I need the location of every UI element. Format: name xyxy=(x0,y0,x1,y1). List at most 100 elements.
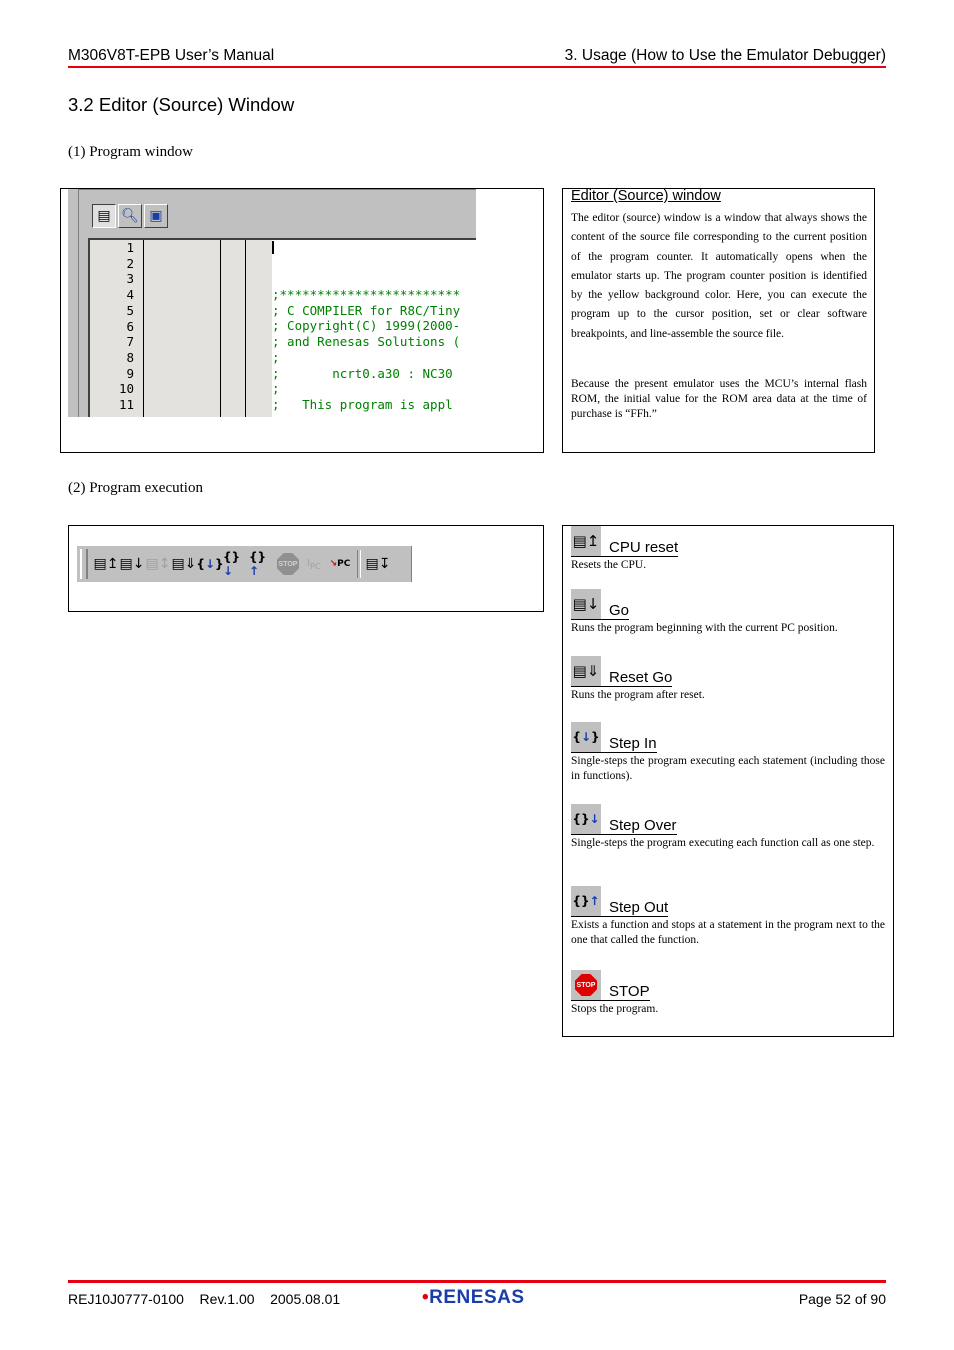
source-search-icon: 🔍︎ xyxy=(121,208,139,224)
window-left-edge xyxy=(68,189,79,417)
show-pc-icon: ↘PC xyxy=(329,559,351,569)
command-item: STOP STOP Stops the program. xyxy=(571,970,885,1017)
stop-icon: STOP xyxy=(277,553,299,575)
source-line[interactable]: ; ncrt0.a30 : NC30 xyxy=(272,366,476,382)
header-rule xyxy=(68,66,886,68)
execution-toolbar: ▤↥ ▤↓ ▤↕ ▤⇓ {↓} {}↓ {}↑ STOP IPC ↘PC ▤↧ xyxy=(77,546,412,582)
step-over-icon: {}↓ xyxy=(571,804,601,834)
column-divider xyxy=(245,240,246,417)
line-number: 6 xyxy=(126,318,134,334)
command-description: Single-steps the program executing each … xyxy=(571,755,885,782)
source-line[interactable]: ; C COMPILER for R8C/Tiny xyxy=(272,303,476,319)
command-label: Step In xyxy=(609,735,657,752)
line-number: 1 xyxy=(126,240,134,255)
doc-id: REJ10J0777-0100 xyxy=(68,1291,184,1307)
program-execution-subtitle: (2) Program execution xyxy=(68,480,203,496)
command-label: Step Over xyxy=(609,817,677,834)
mixed-view-icon: ▣ xyxy=(149,208,163,224)
source-line[interactable]: ; xyxy=(272,381,476,397)
mixed-view-button[interactable]: ▣ xyxy=(144,204,168,228)
footer-doc-info: REJ10J0777-0100 Rev.1.00 2005.08.01 xyxy=(68,1291,340,1307)
step-over-button[interactable]: {}↓ xyxy=(223,550,249,578)
command-label: Step Out xyxy=(609,899,669,916)
step-out-button[interactable]: {}↑ xyxy=(249,550,275,578)
command-description: Runs the program beginning with the curr… xyxy=(571,622,838,634)
revision: Rev.1.00 xyxy=(199,1291,255,1307)
step-out-icon: {}↑ xyxy=(249,550,267,578)
step-in-icon: {↓} xyxy=(196,557,224,571)
cpu-reset-icon: ▤↥ xyxy=(571,526,601,556)
come-icon: ▤↧ xyxy=(365,556,391,572)
window-top-edge xyxy=(68,189,476,194)
source-line[interactable]: ; This program is appl xyxy=(272,397,476,413)
editor-description-box: Editor (Source) window The editor (sourc… xyxy=(562,188,875,453)
renesas-logo: •RENESAS xyxy=(422,1287,525,1308)
show-pc-button[interactable]: ↘PC xyxy=(327,551,353,577)
source-view-button[interactable]: ▤ xyxy=(92,204,116,228)
source-line[interactable]: ; xyxy=(272,413,476,417)
cpu-reset-icon: ▤↥ xyxy=(93,556,119,572)
source-grid: 1 2 3 4 5 6 7 8 9 10 11 ;************************;… xyxy=(88,238,476,417)
toolbar-grip[interactable] xyxy=(80,549,88,579)
command-item: ▤⇓ Reset Go Runs the program after reset. xyxy=(571,656,885,703)
command-item: ▤↓ Go Runs the program beginning with the… xyxy=(571,589,885,636)
command-description: Single-steps the program executing each … xyxy=(571,837,875,849)
line-number: 5 xyxy=(126,302,134,318)
go-button[interactable]: ▤↓ xyxy=(119,551,145,577)
column-divider xyxy=(143,240,144,417)
reset-go-icon: ▤⇓ xyxy=(571,656,601,686)
toolbar-separator xyxy=(357,550,361,578)
set-pc-button[interactable]: IPC xyxy=(301,551,327,577)
set-pc-icon: IPC xyxy=(307,557,321,571)
command-label: Reset Go xyxy=(609,669,673,686)
editor-description-title: Editor (Source) window xyxy=(571,188,721,204)
source-line[interactable]: ; xyxy=(272,350,476,366)
source-line[interactable]: ;************************ xyxy=(272,287,476,303)
command-description: Runs the program after reset. xyxy=(571,689,705,701)
come-button[interactable]: ▤↧ xyxy=(365,551,391,577)
step-out-icon: {}↑ xyxy=(571,886,601,916)
editor-description-paragraph-2: Because the present emulator uses the MC… xyxy=(571,378,867,420)
line-number: 7 xyxy=(126,334,134,350)
go-icon: ▤↓ xyxy=(571,589,601,619)
source-line[interactable]: ; and Renesas Solutions ( xyxy=(272,334,476,350)
editor-description-paragraph-1: The editor (source) window is a window t… xyxy=(571,212,867,340)
command-label: Go xyxy=(609,602,630,619)
step-in-icon: {↓} xyxy=(571,722,601,752)
execution-toolbar-figure: ▤↥ ▤↓ ▤↕ ▤⇓ {↓} {}↓ {}↑ STOP IPC ↘PC ▤↧ xyxy=(68,525,544,612)
command-legend-box: ▤↥ CPU reset Resets the CPU. ▤↓ Go Runs th… xyxy=(562,525,894,1037)
footer-rule xyxy=(68,1280,886,1283)
document-title: M306V8T-EPB User’s Manual xyxy=(68,47,275,64)
chapter-title: 3. Usage (How to Use the Emulator Debugg… xyxy=(564,47,886,64)
command-item: ▤↥ CPU reset Resets the CPU. xyxy=(571,526,885,573)
step-over-icon: {}↓ xyxy=(223,550,241,578)
line-number: 2 xyxy=(126,255,134,271)
program-window-subtitle: (1) Program window xyxy=(68,144,193,160)
line-number: 11 xyxy=(118,397,134,412)
command-item: {} ↓ Step Over Single-steps the program ex… xyxy=(571,804,885,851)
line-number: 9 xyxy=(126,365,134,381)
source-lines: ;************************; C COMPILER fo… xyxy=(272,287,476,417)
line-number: 8 xyxy=(126,349,134,365)
logo-text: RENESAS xyxy=(429,1287,525,1308)
page-number: Page 52 of 90 xyxy=(798,1291,886,1307)
column-divider xyxy=(220,240,221,417)
command-description: Exists a function and stops at a stateme… xyxy=(571,919,885,946)
line-number: 10 xyxy=(118,381,134,397)
source-search-button[interactable]: 🔍︎ xyxy=(118,204,142,228)
reset-go-button[interactable]: ▤⇓ xyxy=(171,551,197,577)
command-item: {} ↑ Step Out Exists a function and stops … xyxy=(571,886,885,947)
line-number: 4 xyxy=(126,287,134,303)
go-icon: ▤↓ xyxy=(119,556,145,572)
source-code-area[interactable]: ;************************; C COMPILER fo… xyxy=(272,240,476,417)
stop-icon: STOP xyxy=(571,970,601,1000)
stop-button[interactable]: STOP xyxy=(275,551,301,577)
program-window-screenshot: ▤ 🔍︎ ▣ 1 2 3 4 5 6 7 8 9 10 11 ;******************… xyxy=(68,189,476,417)
command-description: Resets the CPU. xyxy=(571,559,647,571)
source-view-icon: ▤ xyxy=(97,208,111,224)
source-line[interactable]: ; Copyright(C) 1999(2000- xyxy=(272,318,476,334)
go-free-icon: ▤↕ xyxy=(145,556,171,572)
step-in-button[interactable]: {↓} xyxy=(196,551,224,577)
cpu-reset-button[interactable]: ▤↥ xyxy=(93,551,119,577)
go-free-button[interactable]: ▤↕ xyxy=(145,551,171,577)
